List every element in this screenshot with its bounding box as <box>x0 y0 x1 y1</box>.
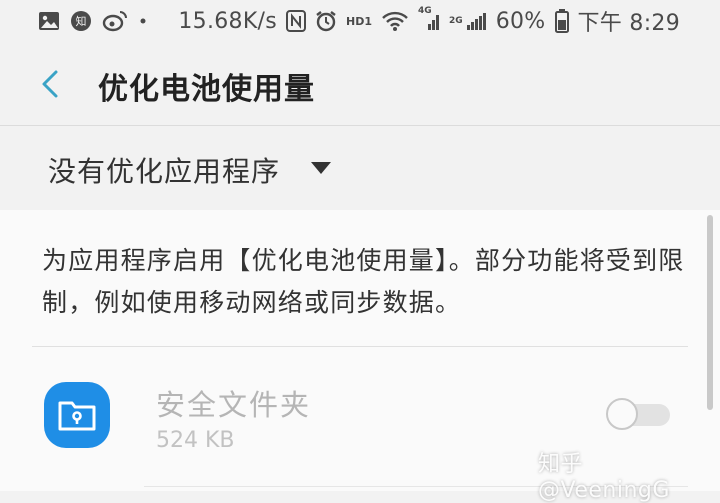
description-text: 为应用程序启用【优化电池使用量】。部分功能将受到限制，例如使用移动网络或同步数据… <box>42 246 685 317</box>
scrollbar[interactable] <box>707 215 713 410</box>
second-sim-signal-icon: 2G <box>449 10 487 32</box>
page-title: 优化电池使用量 <box>98 72 315 107</box>
app-filter-dropdown[interactable]: 没有优化应用程序 <box>0 126 720 210</box>
wifi-icon <box>381 10 409 32</box>
system-status: 15.68K/s HD1 4G 2G 60% 下午 8:29 <box>178 6 680 36</box>
zhihu-icon: 知 <box>70 10 92 32</box>
dropdown-arrow-icon <box>310 160 332 179</box>
divider <box>32 346 688 347</box>
clock: 下午 8:29 <box>577 11 680 36</box>
status-bar: 知 15.68K/s HD1 4G 2G 60% 下午 8:29 <box>0 0 720 44</box>
app-toolbar: 优化电池使用量 <box>0 44 720 126</box>
lte-label: 4G <box>418 6 432 16</box>
watermark: 知乎 @VeeningG <box>538 452 670 503</box>
optimize-toggle[interactable] <box>606 398 672 432</box>
notification-icons: 知 <box>38 8 148 34</box>
back-button[interactable] <box>30 64 70 104</box>
second-sim-label: 2G <box>449 16 463 26</box>
filter-selected-label: 没有优化应用程序 <box>48 155 281 188</box>
gallery-icon <box>38 11 60 31</box>
nfc-icon <box>286 10 307 32</box>
app-size: 524 KB <box>156 428 235 453</box>
network-speed: 15.68K/s <box>178 8 278 34</box>
battery-percent: 60% <box>495 8 546 34</box>
secure-folder-app-icon <box>44 382 110 448</box>
hd-voice-label: HD1 <box>346 14 373 28</box>
lte-signal-icon: 4G <box>418 6 440 32</box>
app-name: 安全文件夹 <box>156 388 312 422</box>
more-notifications-dot-icon <box>138 16 148 26</box>
weibo-icon <box>102 10 128 32</box>
alarm-icon <box>315 10 337 32</box>
battery-icon <box>554 9 569 33</box>
svg-text:知: 知 <box>76 14 87 28</box>
back-arrow-icon <box>42 70 58 98</box>
folder-lock-icon <box>58 401 96 431</box>
toggle-thumb <box>606 398 638 430</box>
